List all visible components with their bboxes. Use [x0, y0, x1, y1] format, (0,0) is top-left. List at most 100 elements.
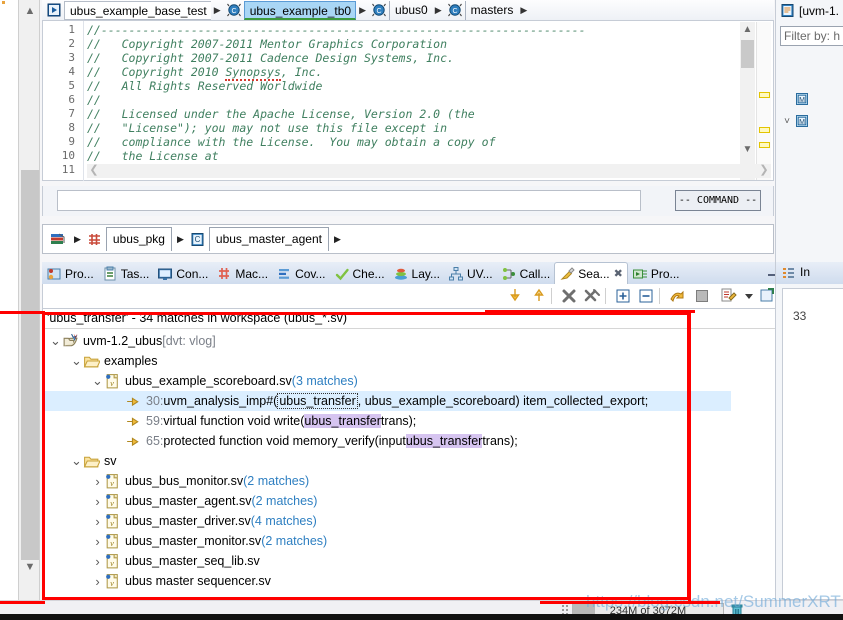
search-tree-row[interactable]: ⌄ examples: [43, 351, 791, 371]
remove-all-matches-icon[interactable]: [583, 287, 601, 305]
outline-label[interactable]: ubus_pkg: [105, 227, 172, 251]
code-text[interactable]: // compliance with the License. You may …: [79, 135, 496, 149]
breadcrumb-item-0[interactable]: ubus_example_base_test: [44, 0, 211, 20]
search-tree-row[interactable]: › v ubus_master_agent.sv (2 matches): [43, 491, 791, 511]
remove-selected-matches-icon[interactable]: [560, 287, 578, 305]
close-icon[interactable]: ✖: [614, 267, 623, 280]
occurrence-marker[interactable]: [759, 142, 770, 148]
right-dock-section-tab[interactable]: In: [776, 262, 843, 284]
tree-twisty-expanded-icon[interactable]: ⌄: [70, 354, 83, 367]
breadcrumb-item-3[interactable]: C masters: [445, 0, 518, 20]
tree-twisty-expanded-icon[interactable]: ⌄: [70, 454, 83, 467]
show-previous-match-icon[interactable]: [530, 287, 548, 305]
code-line: 7 // Licensed under the Apache License, V…: [43, 107, 743, 121]
code-text[interactable]: // Copyright 2007-2011 Cadence Design Sy…: [79, 51, 454, 65]
scroll-down-arrow-icon[interactable]: ▼: [19, 558, 41, 576]
search-tree-row[interactable]: › v ubus_bus_monitor.sv (2 matches): [43, 471, 791, 491]
search-tree-row[interactable]: › v ubus master sequencer.sv: [43, 571, 791, 591]
tree-twisty-expanded-icon[interactable]: ⌄: [91, 374, 104, 387]
package-icon: [86, 231, 103, 248]
scroll-right-arrow-icon[interactable]: ❯: [757, 164, 771, 178]
occurrence-marker[interactable]: [759, 92, 770, 98]
code-text[interactable]: // All Rights Reserved Worldwide: [79, 79, 322, 93]
tree-twisty-collapsed-icon[interactable]: ›: [91, 554, 104, 569]
right-dock-tree[interactable]: M ˅ M: [780, 88, 843, 132]
code-line-list[interactable]: 1 //-------------------------------------…: [43, 23, 743, 177]
right-dock-filter-input[interactable]: Filter by: h: [780, 26, 843, 46]
breadcrumb-item-1[interactable]: C ubus_example_tb0: [224, 0, 357, 20]
view-tab-con[interactable]: Con...: [153, 263, 212, 284]
breadcrumb-item-2[interactable]: C ubus0: [369, 0, 432, 20]
search-history-icon[interactable]: [719, 287, 737, 305]
scroll-up-arrow-icon[interactable]: ▲: [740, 23, 755, 38]
search-result-tree[interactable]: ⌄ Vuvm-1.2_ubus [dvt: vlog] ⌄ examples ⌄ v ubu…: [43, 331, 791, 591]
breadcrumb-label[interactable]: ubus0: [389, 0, 432, 20]
breadcrumb-label[interactable]: masters: [464, 0, 518, 20]
code-text[interactable]: // Licensed under the Apache License, Ve…: [79, 107, 475, 121]
search-tree-row[interactable]: ⌄ v ubus_example_scoreboard.sv (3 matches): [43, 371, 791, 391]
search-match-row[interactable]: 65: protected function void memory_verif…: [43, 431, 791, 451]
code-text[interactable]: // "License"); you may not use this file…: [79, 121, 447, 135]
scroll-up-arrow-icon[interactable]: ▲: [19, 2, 41, 20]
outline-item-package[interactable]: ubus_pkg: [86, 227, 172, 251]
search-tree-row[interactable]: ⌄ sv: [43, 451, 791, 471]
code-text[interactable]: // Copyright 2007-2011 Mentor Graphics C…: [79, 37, 447, 51]
stop-search-icon[interactable]: [693, 287, 711, 305]
view-tab-uv[interactable]: UV...: [444, 263, 497, 284]
scroll-down-arrow-icon[interactable]: ▼: [740, 143, 755, 158]
tree-twisty-collapsed-icon[interactable]: ›: [91, 474, 104, 489]
view-tab-cov[interactable]: Cov...: [272, 263, 329, 284]
tree-twisty-collapsed-icon[interactable]: ›: [91, 574, 104, 589]
editor-vertical-scrollbar[interactable]: ▲ ▼: [740, 22, 755, 180]
view-tab-bar[interactable]: Pro... Tas... Con... Mac... Cov... Che... Lay.…: [42, 262, 807, 284]
right-dock-tree-row[interactable]: M: [780, 88, 843, 110]
collapse-all-icon[interactable]: [637, 287, 655, 305]
breadcrumb-label[interactable]: ubus_example_base_test: [64, 0, 211, 20]
code-text[interactable]: // the License at: [79, 149, 219, 163]
search-tree-row[interactable]: ⌄ Vuvm-1.2_ubus [dvt: vlog]: [43, 331, 791, 351]
expand-all-icon[interactable]: [614, 287, 632, 305]
tree-twisty-collapsed-icon[interactable]: ›: [91, 534, 104, 549]
right-dock-tree-row[interactable]: ˅ M: [780, 110, 843, 132]
outline-item-class[interactable]: C ubus_master_agent: [189, 227, 329, 251]
search-match-row[interactable]: 59: virtual function void write(ubus_tra…: [43, 411, 791, 431]
view-tab-tas[interactable]: Tas...: [98, 263, 154, 284]
breadcrumb-label-selected[interactable]: ubus_example_tb0: [243, 0, 357, 20]
tree-twisty-expanded-icon[interactable]: ˅: [780, 116, 794, 127]
view-tab-lay[interactable]: Lay...: [389, 263, 444, 284]
view-tab-che[interactable]: Che...: [330, 263, 389, 284]
scrollbar-thumb[interactable]: [741, 40, 754, 68]
search-tree-row[interactable]: › v ubus_master_seq_lib.sv: [43, 551, 791, 571]
scrollbar-thumb[interactable]: [21, 170, 39, 560]
source-editor[interactable]: 1 //-------------------------------------…: [42, 21, 774, 181]
occurrence-marker[interactable]: [759, 127, 770, 133]
code-text[interactable]: //: [79, 93, 101, 107]
tree-twisty-collapsed-icon[interactable]: ›: [91, 514, 104, 529]
editor-horizontal-scrollbar[interactable]: ❮ ❯: [87, 164, 771, 178]
tree-twisty-expanded-icon[interactable]: ⌄: [49, 334, 62, 347]
search-results-panel[interactable]: 'ubus_transfer' - 34 matches in workspac…: [42, 308, 807, 602]
scroll-left-arrow-icon[interactable]: ❮: [87, 164, 101, 178]
show-next-match-icon[interactable]: [506, 287, 524, 305]
search-match-row[interactable]: 30: uvm_analysis_imp#(ubus_transfer, ubu…: [43, 391, 731, 411]
list-icon: [780, 265, 796, 281]
command-input[interactable]: [57, 190, 641, 211]
code-text[interactable]: // Copyright 2010 Synopsys, Inc.: [79, 65, 322, 81]
match-count-label: (4 matches): [250, 514, 317, 528]
view-tab-pro[interactable]: Pro...: [628, 263, 684, 284]
outer-vertical-scrollbar[interactable]: ▲ ▼: [18, 0, 40, 600]
tree-twisty-collapsed-icon[interactable]: ›: [91, 494, 104, 509]
search-tree-row[interactable]: › v ubus_master_monitor.sv (2 matches): [43, 531, 791, 551]
view-tab-call[interactable]: Call...: [497, 263, 555, 284]
search-tree-row[interactable]: › v ubus_master_driver.sv (4 matches): [43, 511, 791, 531]
outline-label[interactable]: ubus_master_agent: [208, 227, 329, 251]
code-text[interactable]: //--------------------------------------…: [79, 23, 586, 37]
view-tab-mac[interactable]: Mac...: [212, 263, 272, 284]
view-tab-sea[interactable]: Sea... ✖: [554, 262, 628, 284]
editor-overview-ruler[interactable]: [756, 22, 771, 180]
previous-search-icon[interactable]: [668, 287, 686, 305]
view-tab-pro[interactable]: Pro...: [42, 263, 98, 284]
search-history-dropdown-icon[interactable]: [740, 287, 758, 305]
pin-search-view-icon[interactable]: [758, 287, 776, 305]
right-dock-body[interactable]: 33: [782, 288, 843, 600]
